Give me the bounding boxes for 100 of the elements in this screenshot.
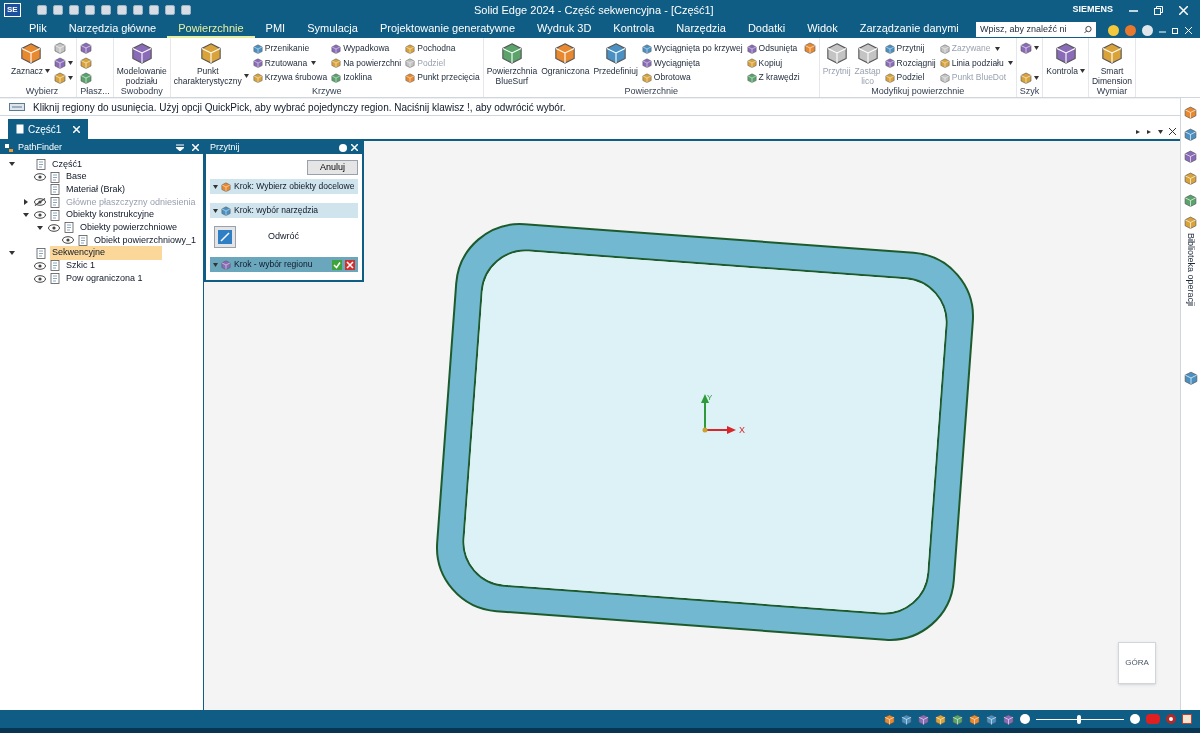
library-tab[interactable]: Biblioteka operacji [1183,233,1198,307]
quick-access-button[interactable] [52,5,63,15]
cube-icon [221,205,231,216]
quick-access-button[interactable] [116,5,127,15]
icon-button[interactable] [54,57,74,69]
view-cube[interactable]: GÓRA [1118,642,1156,684]
quick-access-button[interactable] [148,5,159,15]
document-icon [50,273,60,285]
ribbon-button[interactable]: Wyciągnięta po krzywej [641,42,743,55]
eye-icon[interactable] [34,211,46,220]
ribbon-button[interactable]: Rzutowana [252,56,328,70]
eye-icon[interactable] [62,236,74,245]
step-header[interactable]: Krok: Wybierz obiekty docelowe [210,179,358,194]
ribbon-button[interactable]: Obrotowa [641,71,743,84]
ribbon-button[interactable]: Izoklina [331,71,402,84]
icon-button[interactable] [54,72,74,84]
menu-tab[interactable]: Narzędzia [665,21,737,38]
ribbon-button[interactable]: Podziel [884,71,936,84]
cube-icon [884,713,895,725]
tree-item[interactable]: Sekwencyjne [50,246,162,260]
cube-icon [1184,194,1197,207]
tree-item[interactable]: Obiekty powierzchniowe [78,221,180,235]
menu-tab[interactable]: Dodatki [736,21,797,38]
ribbon-button[interactable]: Z krawędzi [746,71,800,84]
slider-thumb[interactable] [1077,714,1082,724]
quick-access-button[interactable] [84,5,95,15]
quick-access-button[interactable] [180,5,191,15]
ribbon-button[interactable]: Powierzchnia BlueSurf [486,40,538,86]
ribbon-button[interactable]: Krzywa śrubowa [252,71,328,84]
icon-button[interactable] [1019,72,1039,84]
tree-item[interactable]: Szkic 1 [64,259,97,273]
cube-icon [405,72,416,83]
tree-item[interactable]: Materiał (Brak) [64,182,127,197]
icon-button[interactable] [80,42,93,54]
ribbon-button[interactable]: Przedefiniuj [593,40,638,86]
menu-tab[interactable]: PMI [254,21,297,38]
hidden-eye-icon[interactable] [34,198,46,207]
record-icon[interactable] [1166,714,1176,724]
step-header[interactable]: Krok - wybór regionu [210,257,358,272]
accept-icon[interactable] [332,259,342,270]
zoom-slider[interactable] [1036,714,1124,724]
ribbon-button[interactable]: Punkt charakterystyczny [173,40,249,86]
menu-tab[interactable]: Widok [796,21,849,38]
eye-icon[interactable] [34,173,46,182]
menu-tab[interactable]: Plik [18,21,58,38]
restore-icon[interactable] [1172,27,1179,34]
prompt-text: Kliknij regiony do usunięcia. Użyj opcji QuickPick, aby wybrać pojedynczy region. Naciśnij klawisz !, aby odwrócić wybór. [33,100,566,115]
document-tab[interactable]: Część1 [8,119,89,139]
ribbon-button[interactable]: Na powierzchni [331,56,402,70]
tree-item[interactable]: Obiekty konstrukcyjne [64,208,157,222]
quick-access-button[interactable] [36,5,47,15]
caret-icon [213,262,218,267]
ribbon-button[interactable]: Przenikanie [252,42,328,55]
tree-toggle-icon[interactable] [23,212,29,219]
tree-item[interactable]: Część1 [50,157,84,172]
icon-button[interactable] [1019,42,1039,54]
document-icon [50,260,60,272]
ribbon-button[interactable]: Linia podziału [939,56,1013,70]
eye-icon[interactable] [34,274,46,283]
step-header[interactable]: Krok: wybór narzędzia [210,203,358,218]
eye-icon[interactable] [48,223,60,232]
ribbon-button[interactable]: Kontrola [1046,40,1085,86]
tree-item[interactable]: Base [64,170,89,184]
ribbon-button[interactable]: Modelowanie podziału [116,40,167,86]
quick-access-button[interactable] [132,5,143,15]
ribbon-button[interactable]: Przytnij [884,42,936,55]
ribbon-button[interactable]: Odsunięta [746,42,800,55]
tree-item[interactable]: Obiekt powierzchniowy_1 [92,233,199,248]
tree-toggle-icon[interactable] [9,250,15,257]
ribbon-button[interactable]: Zaznacz [11,40,51,86]
tree-toggle-icon[interactable] [23,199,29,206]
quick-access-button[interactable] [100,5,111,15]
restore-icon[interactable] [1154,5,1163,15]
eye-icon[interactable] [34,261,46,270]
tree-item[interactable]: Pow ograniczona 1 [64,271,145,286]
menu-tab[interactable]: Symulacja [296,21,369,38]
quick-access-button[interactable] [164,5,175,15]
menu-tab[interactable]: Narzędzia główne [57,21,168,38]
close-icon[interactable] [1169,128,1176,135]
ribbon-button[interactable]: Ograniczona [541,40,590,86]
tree-toggle-icon[interactable] [9,161,15,168]
menu-tab[interactable]: Kontrola [602,21,666,38]
ribbon-button[interactable]: Pochodna [405,42,480,55]
ribbon-button[interactable]: Punkt przecięcia [405,71,480,84]
cube-icon [130,42,153,64]
flip-button[interactable] [214,226,236,248]
menu-tab[interactable]: Wydruk 3D [526,21,603,38]
ribbon-button[interactable]: Smart Dimension [1091,40,1133,86]
ribbon-button[interactable]: Rozciągnij [884,56,936,70]
search-field[interactable]: Wpisz, aby znaleźć ni [976,22,1096,37]
tree-toggle-icon[interactable] [37,224,43,231]
ribbon-button[interactable]: Wypadkowa [331,42,402,55]
flip-icon [218,230,232,244]
ribbon-button[interactable]: Wyciągnięta [641,56,743,70]
menu-tab[interactable]: Zarządzanie danymi [848,21,970,38]
quick-access-button[interactable] [68,5,79,15]
cancel-button[interactable]: Anuluj [306,160,358,175]
menu-tab[interactable]: Projektowanie generatywne [368,21,527,38]
reject-icon[interactable] [345,259,355,270]
ribbon-button[interactable]: Kopiuj [746,56,800,70]
